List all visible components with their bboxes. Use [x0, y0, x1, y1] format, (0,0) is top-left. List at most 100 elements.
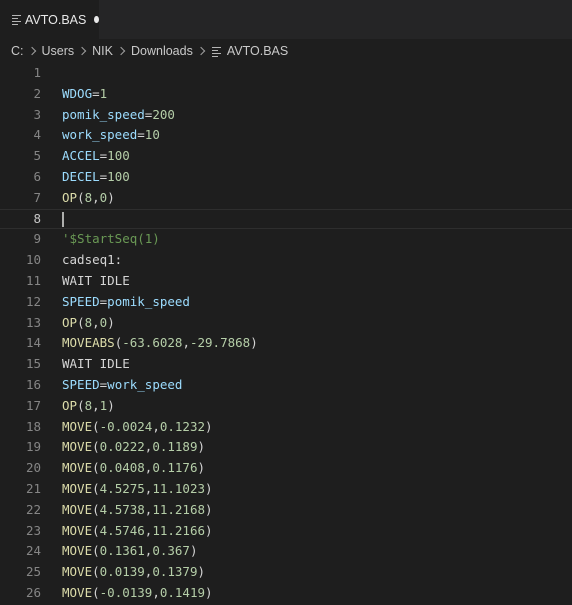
code-line[interactable]: 1 [0, 63, 572, 84]
code-token: SPEED [62, 293, 100, 309]
code-line[interactable]: 9 '$StartSeq(1) [0, 229, 572, 250]
code-editor[interactable]: 1 2 WDOG=1 3 pomik_speed=200 4 work_speed=10 5 A… [0, 63, 572, 604]
code-text: WDOG=1 [62, 84, 107, 105]
line-number: 4 [33, 127, 41, 143]
code-line[interactable]: 6 DECEL=100 [0, 167, 572, 188]
code-line[interactable]: 7 OP(8,0) [0, 188, 572, 209]
code-line[interactable]: 19 MOVE(0.0222,0.1189) [0, 437, 572, 458]
line-number: 15 [25, 356, 41, 372]
tab-avto-bas[interactable]: AVTO.BAS [0, 0, 99, 39]
breadcrumb-item-file[interactable]: AVTO.BAS [227, 44, 288, 58]
code-text: OP(8,0) [62, 313, 115, 334]
code-line[interactable]: 26 MOVE(-0.0139,0.1419) [0, 583, 572, 604]
code-line[interactable]: 3 pomik_speed=200 [0, 105, 572, 126]
code-token: 0.1379 [152, 564, 198, 580]
line-number: 5 [33, 148, 41, 164]
code-text: OP(8,1) [62, 396, 115, 417]
chevron-right-icon [77, 46, 87, 56]
code-editor-window: AVTO.BAS C: Users NIK Downloads AVTO.BAS… [0, 0, 572, 605]
code-line[interactable]: 10 cadseq1: [0, 250, 572, 271]
line-number: 6 [33, 168, 41, 184]
code-text: MOVE(4.5275,11.1023) [62, 479, 213, 500]
code-text: cadseq1: [62, 250, 122, 271]
code-line[interactable]: 13 OP(8,0) [0, 313, 572, 334]
code-token: ( [92, 584, 100, 600]
code-token: cadseq1: [62, 252, 123, 268]
code-line[interactable]: 21 MOVE(4.5275,11.1023) [0, 479, 572, 500]
code-token: 4.5738 [99, 501, 145, 517]
code-token: ) [250, 335, 258, 351]
code-line[interactable]: 2 WDOG=1 [0, 84, 572, 105]
line-number: 19 [25, 439, 41, 455]
chevron-right-icon [196, 46, 206, 56]
code-line[interactable]: 12 SPEED=pomik_speed [0, 292, 572, 313]
code-line[interactable]: 15 WAIT IDLE [0, 354, 572, 375]
code-token: 8 [84, 397, 93, 413]
code-text: MOVE(0.0222,0.1189) [62, 437, 205, 458]
code-line[interactable]: 24 MOVE(0.1361,0.367) [0, 541, 572, 562]
code-token: OP [62, 189, 78, 205]
code-text: MOVE(4.5738,11.2168) [62, 500, 213, 521]
code-token: ( [92, 480, 100, 496]
code-line[interactable]: 23 MOVE(4.5746,11.2166) [0, 521, 572, 542]
chevron-right-icon [116, 46, 126, 56]
code-text: WAIT IDLE [62, 354, 130, 375]
code-token: 4.5275 [99, 480, 145, 496]
code-token: , [152, 584, 160, 600]
code-token: 0.1176 [152, 460, 198, 476]
line-number: 9 [33, 231, 41, 247]
code-line[interactable]: 17 OP(8,1) [0, 396, 572, 417]
code-line[interactable]: 25 MOVE(0.0139,0.1379) [0, 562, 572, 583]
code-token: ) [189, 543, 198, 559]
breadcrumb-item-drive[interactable]: C: [11, 44, 24, 58]
code-token: MOVE [62, 522, 93, 538]
line-number: 3 [33, 106, 41, 122]
breadcrumb-item-downloads[interactable]: Downloads [131, 44, 193, 58]
line-number: 8 [33, 210, 41, 226]
code-line[interactable]: 11 WAIT IDLE [0, 271, 572, 292]
line-number: 12 [25, 293, 41, 309]
line-number: 26 [25, 584, 41, 600]
code-token: ) [205, 501, 213, 517]
code-token: 4.5746 [99, 522, 145, 538]
code-token: ) [205, 584, 213, 600]
code-token: ) [205, 480, 213, 496]
code-token: , [92, 314, 100, 330]
code-token: 0.1232 [159, 418, 206, 434]
code-token: MOVE [62, 460, 93, 476]
code-line[interactable]: 16 SPEED=work_speed [0, 375, 572, 396]
breadcrumb-item-users[interactable]: Users [42, 44, 75, 58]
code-token: WAIT IDLE [62, 272, 130, 288]
line-number: 11 [25, 272, 41, 288]
code-token: , [92, 397, 100, 413]
code-text: MOVE(-0.0024,0.1232) [62, 417, 213, 438]
tab-bar: AVTO.BAS [0, 0, 572, 39]
code-text: MOVE(0.1361,0.367) [62, 541, 198, 562]
code-line[interactable]: 22 MOVE(4.5738,11.2168) [0, 500, 572, 521]
code-text: pomik_speed=200 [62, 105, 175, 126]
code-token: ( [92, 460, 100, 476]
code-line[interactable]: 5 ACCEL=100 [0, 146, 572, 167]
breadcrumb-item-nik[interactable]: NIK [92, 44, 113, 58]
code-token: MOVEABS [62, 335, 115, 351]
code-token: 11.2166 [152, 522, 206, 538]
code-token: -29.7868 [189, 335, 251, 351]
unsaved-dot-icon[interactable] [94, 16, 99, 23]
code-token: 0.0139 [99, 564, 145, 580]
file-lines-icon [11, 14, 21, 26]
code-line[interactable]: 4 work_speed=10 [0, 125, 572, 146]
code-token: , [152, 418, 160, 434]
code-line[interactable]: 14 MOVEABS(-63.6028,-29.7868) [0, 333, 572, 354]
code-token: 1 [99, 85, 108, 101]
line-number: 21 [25, 480, 41, 496]
code-line[interactable]: 8 [0, 208, 572, 230]
code-token: , [182, 335, 190, 351]
code-token: OP [62, 314, 78, 330]
chevron-right-icon [27, 46, 36, 56]
code-token: 100 [107, 168, 130, 184]
code-text: DECEL=100 [62, 167, 130, 188]
code-line[interactable]: 18 MOVE(-0.0024,0.1232) [0, 417, 572, 438]
line-number: 7 [33, 189, 41, 205]
line-number: 16 [25, 376, 41, 392]
code-line[interactable]: 20 MOVE(0.0408,0.1176) [0, 458, 572, 479]
